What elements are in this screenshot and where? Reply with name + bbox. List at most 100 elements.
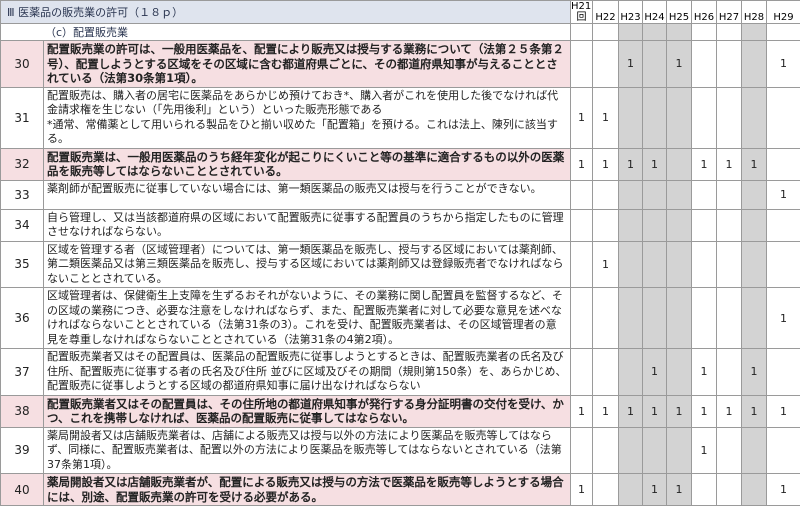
year-mark [767,148,800,180]
year-mark [593,427,619,474]
year-mark [619,180,643,209]
year-mark [742,209,767,241]
year-mark: 1 [742,395,767,427]
question-row: 32配置販売業は、一般用医薬品のうち経年変化が起こりにくいこと等の基準に適合する… [1,148,800,180]
year-header: H28 [742,1,767,24]
question-text: 配置販売業は、一般用医薬品のうち経年変化が起こりにくいこと等の基準に適合するもの… [44,148,571,180]
year-mark: 1 [717,395,742,427]
subheader-row: （c）配置販売業 [1,24,800,41]
year-mark [667,241,692,288]
year-mark [667,349,692,396]
subsection-title: （c）配置販売業 [1,24,571,41]
year-mark [742,41,767,88]
question-text: 区域を管理する者（区域管理者）については、第一類医薬品を販売し、授与する区域にお… [44,241,571,288]
year-mark: 1 [667,395,692,427]
year-mark [717,180,742,209]
year-mark: 1 [667,41,692,88]
blank-cell [767,24,800,41]
year-label: H24 [644,12,664,23]
year-mark [692,241,717,288]
year-mark [571,209,593,241]
question-row: 33薬剤師が配置販売に従事していない場合には、第一類医薬品の販売又は授与を行うこ… [1,180,800,209]
year-mark [692,474,717,506]
year-mark [717,41,742,88]
question-text: 薬局開設者又は店舗販売業者は、店舗による販売又は授与以外の方法により医薬品を販売… [44,427,571,474]
year-mark: 1 [742,349,767,396]
question-row: 36区域管理者は、保健衛生上支障を生ずるおそれがないように、その業務に関し配置員… [1,288,800,349]
year-mark: 1 [767,395,800,427]
year-mark: 1 [692,349,717,396]
year-mark: 1 [593,241,619,288]
year-mark: 1 [643,148,667,180]
question-row: 37配置販売業者又はその配置員は、医薬品の配置販売に従事しようとするときは、配置… [1,349,800,396]
year-mark [667,148,692,180]
question-row: 38配置販売業者又はその配置員は、その住所地の都道府県知事が発行する身分証明書の… [1,395,800,427]
year-mark: 1 [593,148,619,180]
year-mark [619,288,643,349]
year-mark [593,288,619,349]
question-number: 32 [1,148,44,180]
year-header: H25 [667,1,692,24]
year-header: H27 [717,1,742,24]
year-mark [667,209,692,241]
question-number: 38 [1,395,44,427]
year-mark [643,209,667,241]
year-mark [571,41,593,88]
blank-cell [667,24,692,41]
year-mark [692,288,717,349]
question-number: 36 [1,288,44,349]
question-number: 35 [1,241,44,288]
year-mark [571,288,593,349]
question-number: 37 [1,349,44,396]
year-mark [742,288,767,349]
year-mark [667,87,692,148]
year-mark: 1 [619,395,643,427]
year-mark [742,474,767,506]
year-mark [742,427,767,474]
year-header: H29 [767,1,800,24]
year-mark [767,87,800,148]
year-label: H22 [595,12,615,23]
question-row: 30配置販売業の許可は、一般用医薬品を、配置により販売又は授与する業務について（… [1,41,800,88]
question-number: 33 [1,180,44,209]
year-mark [767,209,800,241]
year-mark [593,209,619,241]
year-mark [619,241,643,288]
blank-cell [742,24,767,41]
year-mark: 1 [767,180,800,209]
year-mark [767,427,800,474]
year-mark: 1 [571,395,593,427]
year-mark: 1 [742,148,767,180]
year-mark [619,209,643,241]
year-mark [643,41,667,88]
year-mark [571,180,593,209]
year-label: H21.1回 [571,1,593,23]
year-mark: 1 [593,87,619,148]
year-mark [593,41,619,88]
blank-cell [643,24,667,41]
year-header: H21.1回 [571,1,593,24]
question-row: 34自ら管理し、又は当該都道府県の区域において配置販売に従事する配置員のうちから… [1,209,800,241]
question-text: 配置販売業者又はその配置員は、その住所地の都道府県知事が発行する身分証明書の交付… [44,395,571,427]
year-label: H25 [669,12,689,23]
year-mark [619,87,643,148]
year-mark [571,427,593,474]
question-text: 薬局開設者又は店舗販売業者が、配置による販売又は授与の方法で医薬品を販売等しよう… [44,474,571,506]
year-mark [643,241,667,288]
blank-cell [692,24,717,41]
year-mark: 1 [643,474,667,506]
year-mark: 1 [619,148,643,180]
year-mark: 1 [692,148,717,180]
question-row: 39薬局開設者又は店舗販売業者は、店舗による販売又は授与以外の方法により医薬品を… [1,427,800,474]
year-mark: 1 [767,474,800,506]
year-mark [593,180,619,209]
question-number: 39 [1,427,44,474]
year-mark [593,349,619,396]
year-mark [717,474,742,506]
blank-cell [571,24,593,41]
blank-cell [619,24,643,41]
blank-cell [593,24,619,41]
year-mark [717,349,742,396]
year-mark [571,349,593,396]
year-mark [692,87,717,148]
